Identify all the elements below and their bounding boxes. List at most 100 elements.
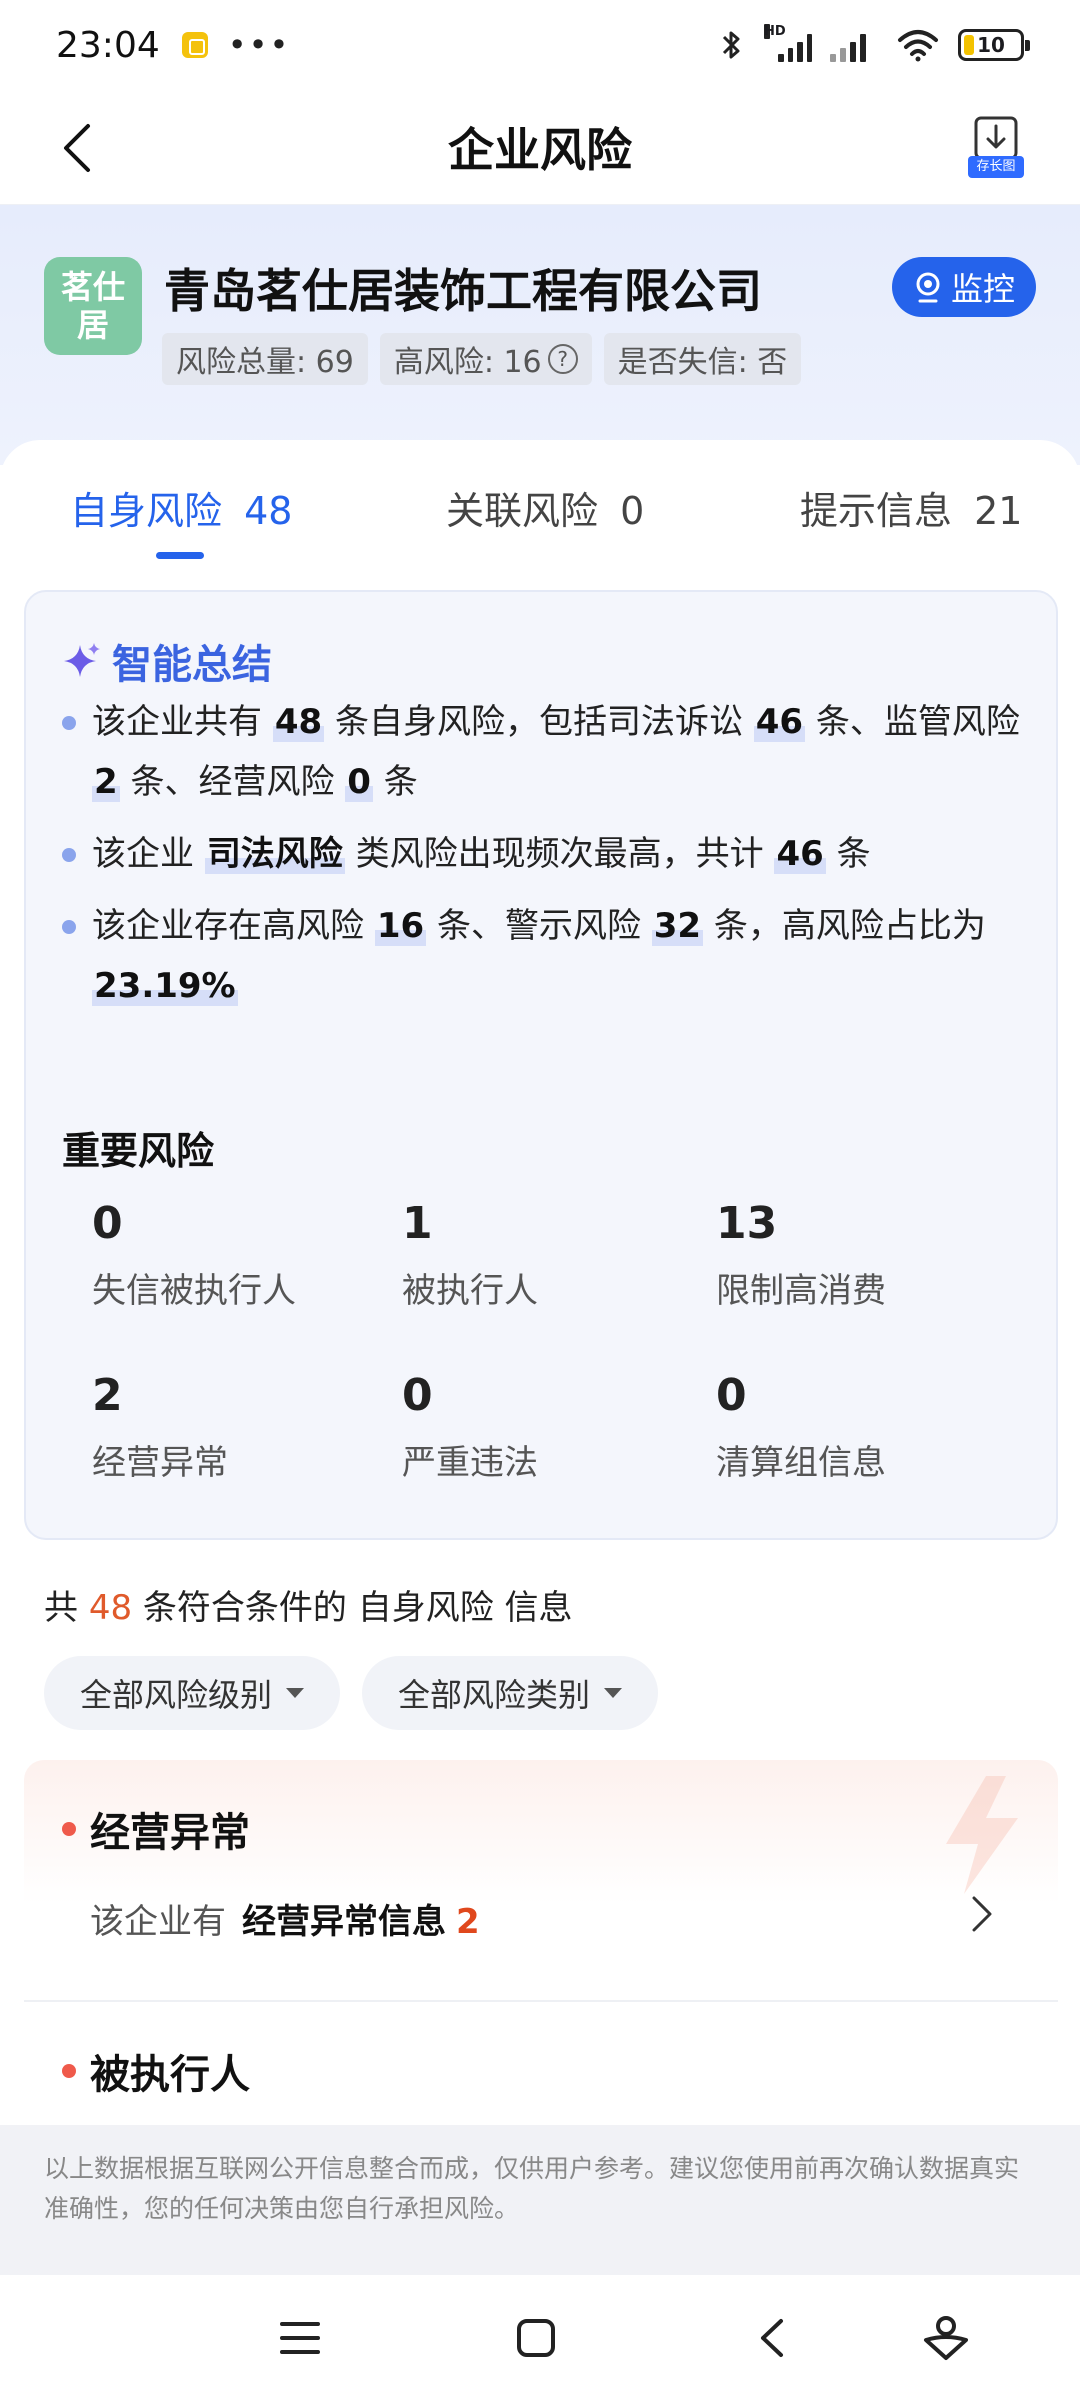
risk-stat-consumption-limit[interactable]: 13 限制高消费 (716, 1198, 1016, 1312)
filter-label: 全部风险类别 (398, 1676, 591, 1714)
risk-item-executed[interactable]: 被执行人 (24, 2000, 1058, 2120)
smart-summary-card: 智能总结 该企业共有 48 条自身风险，包括司法诉讼 46 条、监管风险 2 条… (24, 590, 1058, 1540)
wifi-icon (898, 30, 938, 62)
home-nav-button[interactable] (506, 2313, 566, 2363)
risk-item-count: 2 (456, 1902, 480, 1942)
system-nav-bar (0, 2275, 1080, 2400)
chevron-right-icon[interactable] (968, 1894, 996, 1934)
text: 条 (372, 762, 418, 802)
risk-stat-abnormal-operation[interactable]: 2 经营异常 (92, 1370, 392, 1484)
company-logo-text-2: 居 (76, 306, 109, 344)
tab-label: 关联风险 (446, 489, 599, 533)
summary-bullet: 该企业共有 48 条自身风险，包括司法诉讼 46 条、监管风险 2 条、经营风险… (62, 692, 1032, 812)
save-long-image-button[interactable]: 存长图 (968, 116, 1024, 178)
risk-stat-value: 0 (92, 1198, 123, 1249)
highlight-number: 46 (774, 834, 826, 874)
red-dot-icon (62, 2064, 76, 2078)
company-logo-text-1: 茗仕 (60, 268, 125, 306)
cellular-signal-hd-icon: HD (764, 24, 812, 62)
risk-stat-value: 1 (402, 1198, 433, 1249)
risk-stat-value: 0 (716, 1370, 747, 1421)
tab-count: 48 (244, 489, 293, 533)
high-risk-text: 高风险: 16 (393, 345, 542, 380)
download-icon (974, 116, 1018, 160)
summary-bullet: 该企业存在高风险 16 条、警示风险 32 条，高风险占比为 23.19% (62, 896, 1032, 1016)
tab-label: 自身风险 (70, 489, 223, 533)
text: 条，高风险占比为 (703, 906, 986, 946)
important-risks-title: 重要风险 (62, 1129, 215, 1173)
text: 共 (44, 1588, 89, 1628)
result-category: 自身风险 (357, 1588, 494, 1628)
risk-stat-label: 经营异常 (92, 1443, 228, 1483)
dishonest-tag: 是否失信: 否 (603, 333, 802, 385)
risk-item-name: 经营异常信息 (242, 1902, 446, 1942)
risk-item-detail[interactable]: 该企业有 经营异常信息 2 (90, 1894, 480, 1943)
risk-stat-label: 清算组信息 (716, 1443, 886, 1483)
highlight-number: 23.19% (92, 966, 238, 1006)
risk-stat-dishonest-executed[interactable]: 0 失信被执行人 (92, 1198, 392, 1312)
page-title: 企业风险 (448, 123, 632, 177)
back-button[interactable] (48, 118, 108, 178)
risk-level-filter[interactable]: 全部风险级别 (44, 1656, 341, 1730)
tab-notice-info[interactable]: 提示信息 21 (800, 480, 1022, 535)
risk-stat-liquidation[interactable]: 0 清算组信息 (716, 1370, 1016, 1484)
text: 该企业 (92, 834, 205, 874)
risk-stat-label: 严重违法 (402, 1443, 538, 1483)
highlight-number: 46 (753, 702, 806, 742)
tab-indicator (156, 552, 204, 559)
smart-summary-title: 智能总结 (62, 632, 272, 690)
caret-down-icon (604, 1688, 623, 1698)
risk-tabs: 自身风险 48 关联风险 0 提示信息 21 (0, 440, 1080, 560)
text: 条、监管风险 (805, 702, 1020, 742)
filter-bar: 全部风险级别 全部风险类别 (44, 1656, 659, 1730)
risk-stat-label: 限制高消费 (716, 1271, 886, 1311)
risk-stat-value: 2 (92, 1370, 123, 1421)
company-header: 茗仕 居 青岛茗仕居装饰工程有限公司 监控 风险总量: 69 高风险: 16 ?… (0, 205, 1080, 465)
smart-summary-label: 智能总结 (112, 642, 272, 688)
save-long-image-label: 存长图 (968, 156, 1024, 178)
status-time: 23:04 (56, 24, 160, 66)
summary-bullet: 该企业 司法风险 类风险出现频次最高，共计 46 条 (62, 824, 1032, 884)
tab-self-risk[interactable]: 自身风险 48 (70, 480, 292, 535)
status-bar: 23:04 ••• HD 10 (0, 0, 1080, 90)
menu-nav-button[interactable] (270, 2313, 330, 2363)
status-icons: HD 10 (718, 24, 1030, 63)
risk-stat-value: 0 (402, 1370, 433, 1421)
company-logo: 茗仕 居 (44, 257, 142, 355)
dishonest-text: 是否失信: 否 (617, 345, 788, 380)
text: 条符合条件的 (132, 1588, 358, 1628)
assistant-nav-button[interactable] (916, 2313, 976, 2363)
lightning-icon (946, 1776, 1018, 1894)
summary-bullets: 该企业共有 48 条自身风险，包括司法诉讼 46 条、监管风险 2 条、经营风险… (62, 692, 1032, 1028)
result-count: 48 (88, 1588, 133, 1628)
menu-icon (280, 2322, 320, 2354)
text: 类风险出现频次最高，共计 (344, 834, 775, 874)
highlight-number: 32 (651, 906, 704, 946)
text: 条、警示风险 (426, 906, 652, 946)
back-triangle-icon (761, 2319, 783, 2357)
question-icon[interactable]: ? (547, 344, 578, 374)
company-name[interactable]: 青岛茗仕居装饰工程有限公司 (164, 255, 762, 321)
monitor-label: 监控 (950, 270, 1015, 308)
back-nav-button[interactable] (742, 2313, 802, 2363)
risk-item-title-text: 被执行人 (90, 2052, 250, 2098)
hd-label: HD (764, 24, 786, 39)
monitor-button[interactable]: 监控 (892, 257, 1036, 317)
risk-type-filter[interactable]: 全部风险类别 (362, 1656, 659, 1730)
tab-related-risk[interactable]: 关联风险 0 (446, 480, 644, 535)
text: 信息 (493, 1588, 573, 1628)
text: 该企业有 (90, 1902, 226, 1942)
risk-stat-serious-violation[interactable]: 0 严重违法 (402, 1370, 702, 1484)
total-risk-tag: 风险总量: 69 (162, 333, 368, 385)
caret-down-icon (286, 1688, 305, 1698)
risk-item-abnormal-operation[interactable]: 经营异常 该企业有 经营异常信息 2 (24, 1760, 1058, 2000)
bluetooth-icon (722, 31, 740, 59)
highlight-number: 16 (374, 906, 427, 946)
risk-stat-executed[interactable]: 1 被执行人 (402, 1198, 702, 1312)
risk-stat-label: 被执行人 (402, 1271, 538, 1311)
high-risk-tag[interactable]: 高风险: 16 ? (379, 333, 592, 385)
total-risk-text: 风险总量: 69 (176, 345, 354, 380)
highlight-number: 2 (92, 762, 120, 802)
text: 条自身风险，包括司法诉讼 (324, 702, 754, 742)
tab-label: 提示信息 (800, 489, 953, 533)
